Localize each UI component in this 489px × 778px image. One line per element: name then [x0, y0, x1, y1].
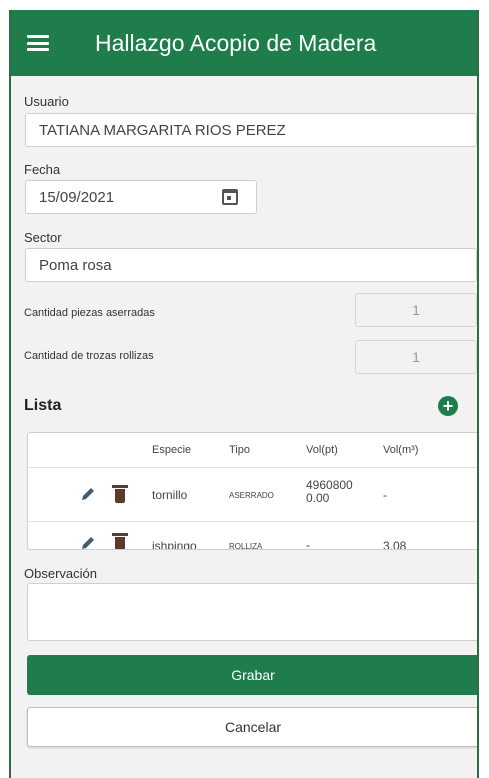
row-volm3: 3.08	[383, 539, 407, 550]
lista-title: Lista	[24, 397, 62, 414]
fecha-label: Fecha	[24, 162, 61, 177]
row-volm3: -	[383, 488, 387, 502]
edit-pencil-icon[interactable]	[80, 535, 96, 550]
trozas-label: Cantidad de trozas rollizas	[24, 350, 154, 362]
fecha-value: 15/09/2021	[39, 188, 115, 206]
col-especie: Especie	[152, 444, 192, 456]
trozas-input[interactable]: 1	[355, 340, 477, 374]
piezas-input[interactable]: 1	[355, 293, 477, 327]
row-tipo: ROLLIZA	[229, 542, 263, 550]
table-header: Especie Tipo Vol(pt) Vol(m³)	[28, 433, 477, 468]
grabar-button[interactable]: Grabar	[27, 655, 477, 695]
sector-field[interactable]: Poma rosa	[25, 248, 477, 282]
table-row: ishpingo ROLLIZA - 3.08	[28, 521, 477, 550]
usuario-label: Usuario	[24, 94, 69, 109]
lista-table[interactable]: Especie Tipo Vol(pt) Vol(m³) tornillo AS…	[27, 432, 477, 550]
usuario-field[interactable]: TATIANA MARGARITA RIOS PEREZ	[25, 113, 477, 147]
col-volpt: Vol(pt)	[306, 444, 338, 456]
row-especie: tornillo	[152, 488, 188, 502]
cancelar-button[interactable]: Cancelar	[27, 707, 477, 747]
edit-pencil-icon[interactable]	[80, 486, 96, 502]
page-title: Hallazgo Acopio de Madera	[95, 29, 377, 56]
row-tipo: ASERRADO	[229, 491, 274, 500]
table-row: tornillo ASERRADO 4960800 0.00 -	[28, 467, 477, 522]
row-volpt: 4960800 0.00	[306, 478, 353, 505]
piezas-label: Cantidad piezas aserradas	[24, 307, 155, 319]
observacion-textarea[interactable]	[27, 583, 477, 641]
delete-trash-icon[interactable]	[112, 533, 128, 549]
row-especie: ishpingo	[152, 539, 197, 550]
fecha-field[interactable]: 15/09/2021	[25, 180, 257, 214]
delete-trash-icon[interactable]	[112, 485, 128, 503]
app-frame: Hallazgo Acopio de Madera Usuario TATIAN…	[9, 10, 479, 778]
row-volpt: -	[306, 538, 310, 550]
sector-label: Sector	[24, 230, 62, 245]
observacion-label: Observación	[24, 566, 97, 581]
calendar-icon[interactable]	[222, 189, 238, 205]
hamburger-menu-icon[interactable]	[27, 35, 49, 51]
col-volm3: Vol(m³)	[383, 444, 419, 456]
col-tipo: Tipo	[229, 444, 250, 456]
add-circle-icon[interactable]: +	[438, 396, 458, 416]
app-bar: Hallazgo Acopio de Madera	[11, 10, 477, 76]
